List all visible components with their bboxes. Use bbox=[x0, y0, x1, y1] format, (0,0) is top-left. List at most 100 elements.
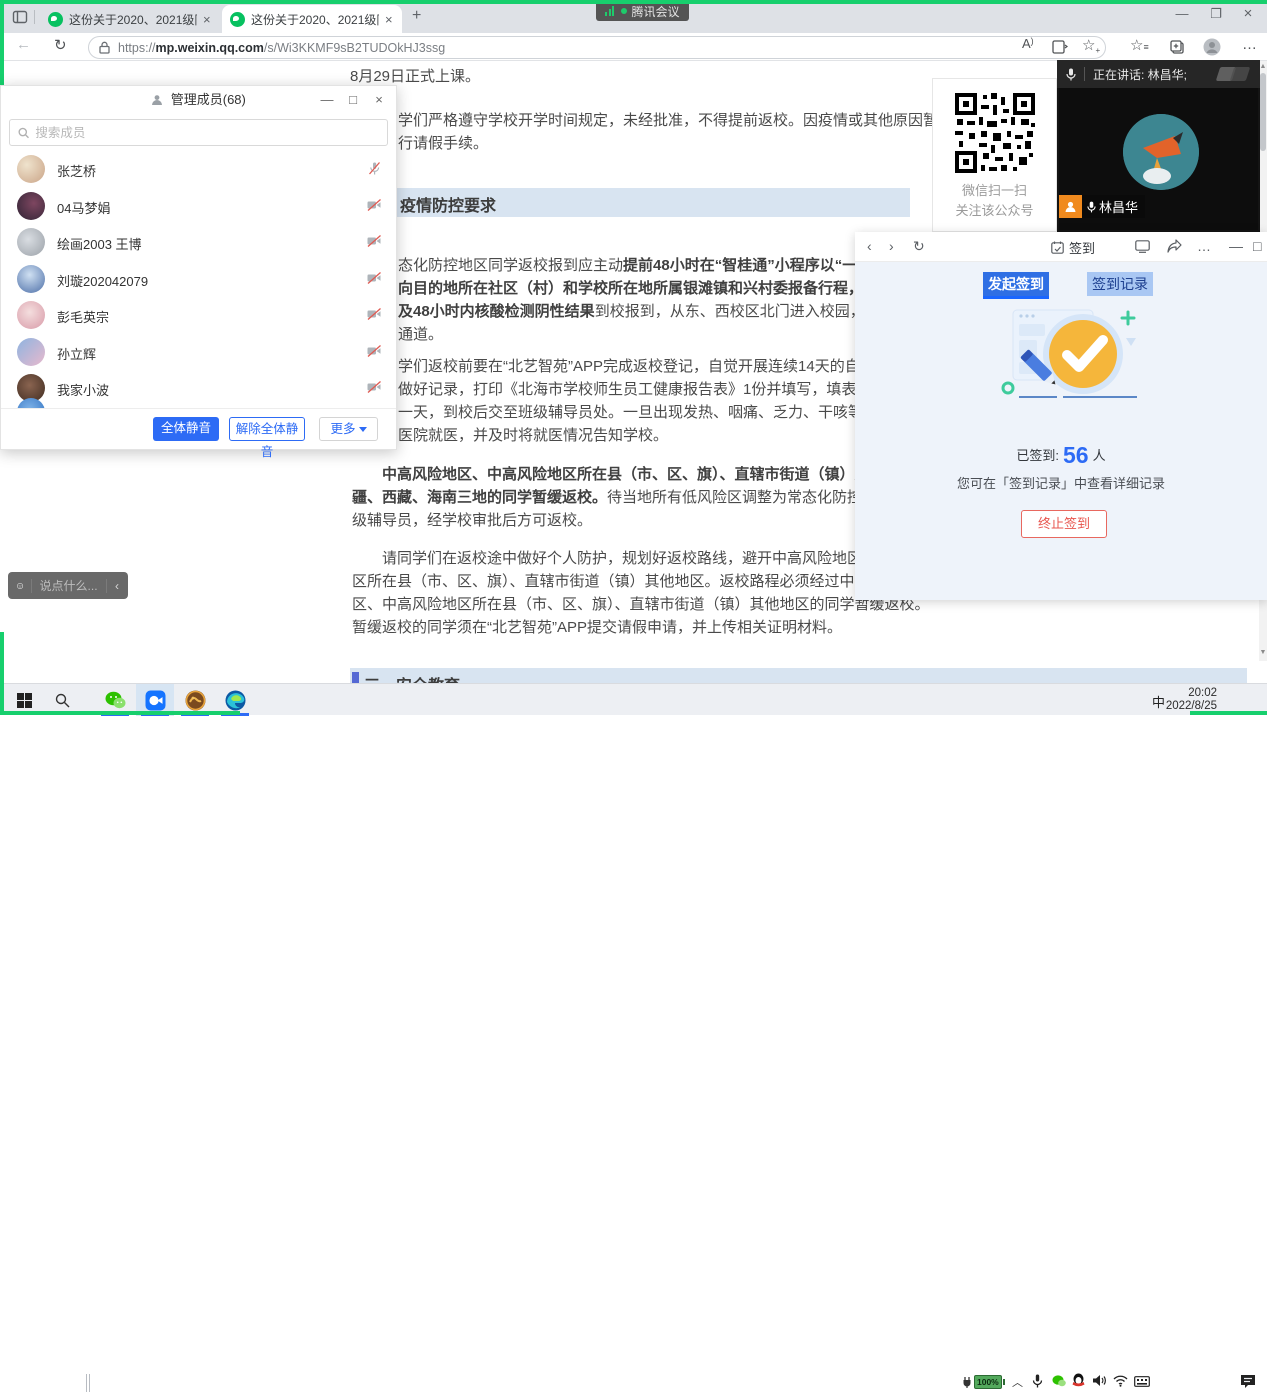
camera-off-icon[interactable] bbox=[366, 307, 382, 321]
member-row[interactable]: 刘璇202042079 bbox=[1, 261, 396, 297]
nav-back-icon[interactable]: ‹ bbox=[867, 238, 872, 254]
panel-minimize-icon[interactable]: — bbox=[1229, 238, 1243, 254]
scroll-up-icon[interactable]: ▲ bbox=[1259, 63, 1267, 70]
member-row[interactable]: 绘画2003 王博 bbox=[1, 224, 396, 260]
signin-illustration bbox=[995, 304, 1145, 404]
member-name: 孙立辉 bbox=[57, 344, 96, 363]
unmute-all-button[interactable]: 解除全体静音 bbox=[229, 417, 305, 441]
refresh-icon[interactable]: ↻ bbox=[913, 238, 925, 255]
tab-title: 这份关于2020、2021级同学开学 bbox=[69, 11, 197, 28]
immersive-reader-icon[interactable] bbox=[1052, 40, 1068, 54]
notification-center-icon[interactable] bbox=[1240, 1374, 1256, 1388]
more-button[interactable]: 更多 bbox=[319, 417, 378, 441]
collections-icon[interactable] bbox=[1170, 40, 1185, 55]
refresh-icon[interactable]: ↻ bbox=[54, 36, 67, 54]
tab-close-icon[interactable]: × bbox=[385, 12, 393, 27]
article-line: 一天，到校后交至班级辅导员处。一旦出现发热、咽痛、乏力、干咳等症状， bbox=[398, 402, 908, 423]
tray-touch-keyboard-icon[interactable] bbox=[1134, 1376, 1150, 1387]
qr-code-image bbox=[953, 91, 1037, 175]
article-line: 向目的地所在社区（村）和学校所在地所属银滩镇和兴村委报备行程，持健康 bbox=[398, 278, 908, 299]
tray-wifi-icon[interactable] bbox=[1113, 1375, 1128, 1387]
speaking-label: 正在讲话: 林昌华; bbox=[1093, 66, 1187, 83]
tab-2-active[interactable]: 这份关于2020、2021级同学开学 × bbox=[222, 5, 402, 33]
article-line: 通道。 bbox=[398, 324, 443, 345]
member-row[interactable]: 04马梦娟 bbox=[1, 188, 396, 224]
video-panel-header: 正在讲话: 林昌华; bbox=[1057, 60, 1260, 88]
meeting-pill-label: 腾讯会议 bbox=[632, 3, 680, 20]
read-aloud-icon[interactable]: A) bbox=[1022, 36, 1034, 51]
tab-actions-icon[interactable] bbox=[12, 9, 28, 25]
panel-minimize-icon[interactable]: — bbox=[316, 90, 338, 110]
chat-input-bubble[interactable]: 说点什么... ‹ bbox=[8, 572, 128, 599]
new-tab-button[interactable]: + bbox=[412, 7, 421, 25]
tab-close-icon[interactable]: × bbox=[203, 12, 211, 27]
qr-caption-line1: 微信扫一扫 bbox=[933, 181, 1056, 201]
article-line: 做好记录，打印《北海市学校师生员工健康报告表》1份并填写，填表时间为报 bbox=[398, 379, 916, 400]
collapse-chevron-icon[interactable]: ‹ bbox=[106, 579, 128, 593]
power-plug-icon bbox=[962, 1376, 972, 1388]
battery-indicator[interactable]: 100% bbox=[962, 1375, 1005, 1389]
stop-signin-button[interactable]: 终止签到 bbox=[1021, 510, 1107, 538]
meeting-video-panel: 正在讲话: 林昌华; 林昌华 bbox=[1057, 60, 1260, 232]
profile-avatar[interactable] bbox=[1203, 38, 1221, 56]
tencent-meeting-pill[interactable]: 腾讯会议 bbox=[596, 1, 689, 21]
address-bar[interactable]: https://mp.weixin.qq.com/s/Wi3KKMF9sB2TU… bbox=[88, 36, 1106, 59]
window-minimize-button[interactable]: — bbox=[1167, 0, 1197, 28]
tab-divider bbox=[34, 10, 35, 24]
window-close-button[interactable]: × bbox=[1233, 0, 1263, 28]
camera-off-icon[interactable] bbox=[366, 380, 382, 394]
tray-expand-icon[interactable]: ︿ bbox=[1012, 1374, 1023, 1390]
camera-off-icon[interactable] bbox=[366, 234, 382, 248]
tray-speaker-icon[interactable] bbox=[1092, 1374, 1107, 1387]
favorite-star-icon[interactable]: ☆+ bbox=[1082, 36, 1100, 55]
article-line: 暂缓返校的同学须在“北艺智苑”APP提交请假申请，并上传相关证明材料。 bbox=[352, 617, 842, 638]
favorites-bar-icon[interactable]: ☆≡ bbox=[1130, 36, 1149, 54]
share-forward-icon[interactable] bbox=[1167, 239, 1182, 253]
emoji-icon[interactable] bbox=[17, 579, 23, 593]
panel-maximize-icon[interactable]: □ bbox=[1253, 238, 1261, 254]
article-line: 8月29日正式上课。 bbox=[350, 66, 480, 87]
member-search-box[interactable] bbox=[9, 119, 388, 146]
member-row[interactable]: 彭毛英宗 bbox=[1, 297, 396, 333]
tab-1[interactable]: 这份关于2020、2021级同学开学 × bbox=[40, 6, 220, 33]
mic-muted-icon[interactable] bbox=[367, 161, 382, 176]
search-input[interactable] bbox=[35, 126, 379, 140]
panel-maximize-icon[interactable]: □ bbox=[342, 90, 364, 110]
more-options-icon[interactable]: … bbox=[1197, 238, 1212, 254]
chat-placeholder[interactable]: 说点什么... bbox=[32, 577, 106, 594]
tab-signin-records[interactable]: 签到记录 bbox=[1087, 272, 1153, 296]
video-area[interactable]: 林昌华 bbox=[1059, 88, 1258, 230]
member-row[interactable]: 我家小波 bbox=[1, 370, 396, 406]
screen-share-icon[interactable] bbox=[1135, 240, 1150, 253]
back-icon[interactable]: ← bbox=[16, 36, 31, 53]
signin-calendar-icon bbox=[1051, 241, 1064, 254]
qr-caption-line2: 关注该公众号 bbox=[933, 201, 1056, 221]
article-line: 区所在县（市、区、旗）、直辖市街道（镇）其他地区。返校路程必须经过中高 bbox=[352, 571, 870, 592]
section-header-epidemic: 疫情防控要求 bbox=[350, 188, 910, 217]
scroll-down-icon[interactable]: ▼ bbox=[1259, 649, 1267, 656]
tray-wechat-icon[interactable] bbox=[1052, 1375, 1066, 1387]
member-row[interactable]: 孙立辉 bbox=[1, 334, 396, 370]
mute-all-button[interactable]: 全体静音 bbox=[153, 417, 219, 441]
caret-down-icon bbox=[359, 427, 367, 432]
share-border-bottom-right bbox=[1190, 711, 1267, 715]
article-line: 级辅导员，经学校审批后方可返校。 bbox=[352, 510, 592, 531]
tab-start-signin[interactable]: 发起签到 bbox=[983, 272, 1049, 299]
ime-indicator[interactable]: 中 bbox=[1152, 692, 1165, 711]
panel-close-icon[interactable]: × bbox=[368, 90, 390, 110]
window-restore-button[interactable]: ❐ bbox=[1201, 0, 1231, 28]
camera-off-icon[interactable] bbox=[366, 198, 382, 212]
share-border-left-top bbox=[0, 4, 4, 88]
camera-off-icon[interactable] bbox=[366, 344, 382, 358]
tray-qq-icon[interactable] bbox=[1072, 1373, 1085, 1388]
clock[interactable]: 20:02 2022/8/25 bbox=[1166, 687, 1217, 713]
tray-mic-icon[interactable] bbox=[1032, 1374, 1043, 1388]
article-line: 行请假手续。 bbox=[398, 133, 488, 154]
participant-name-tag: 林昌华 bbox=[1059, 195, 1145, 218]
member-row[interactable]: 张芝桥 bbox=[1, 151, 396, 187]
settings-more-icon[interactable]: … bbox=[1242, 36, 1258, 53]
scrollbar-thumb[interactable] bbox=[1260, 73, 1266, 151]
nav-forward-icon[interactable]: › bbox=[889, 238, 894, 254]
wechat-article-favicon bbox=[230, 12, 245, 27]
camera-off-icon[interactable] bbox=[366, 271, 382, 285]
